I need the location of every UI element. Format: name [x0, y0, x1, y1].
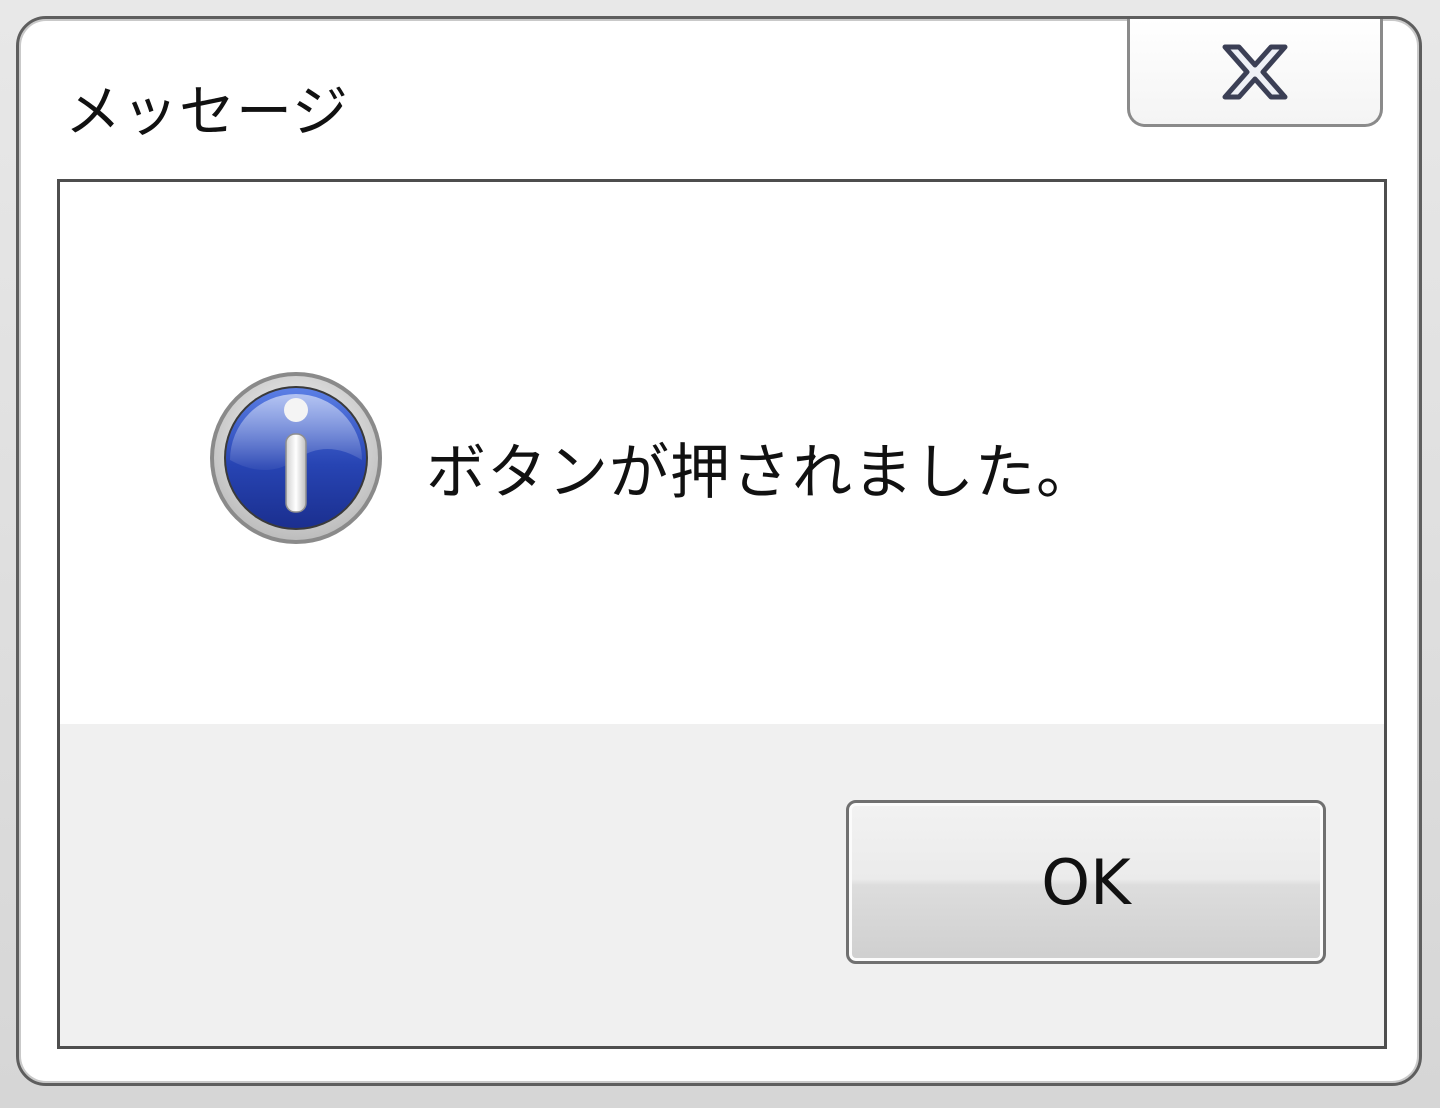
message-area: ボタンが押されました。	[60, 182, 1384, 724]
window-title: メッセージ	[65, 80, 349, 145]
message-box-window: メッセージ ボタンが押されました。 OK	[16, 16, 1422, 1086]
button-strip: OK	[60, 724, 1384, 1046]
message-text: ボタンが押されました。	[426, 438, 1097, 508]
close-button[interactable]	[1127, 19, 1383, 127]
close-icon	[1217, 41, 1293, 103]
ok-button[interactable]: OK	[846, 800, 1326, 964]
dialog-client-area: ボタンが押されました。 OK	[57, 179, 1387, 1049]
title-bar[interactable]: メッセージ	[19, 19, 1419, 179]
info-icon	[206, 368, 386, 548]
